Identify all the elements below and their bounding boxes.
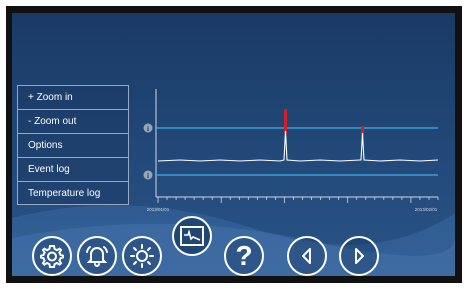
arrow-right-icon (355, 248, 364, 264)
alarm-button[interactable] (77, 236, 117, 276)
settings-icon (40, 245, 64, 268)
temperature-log-button[interactable]: Temperature log (17, 181, 129, 205)
brightness-icon (130, 244, 154, 268)
temperature-trace (157, 130, 439, 162)
help-icon: ? (235, 240, 253, 271)
x-end-label: 2013/02/01 (415, 207, 438, 212)
zoom-in-button[interactable]: + Zoom in (17, 85, 129, 109)
graph-icon (180, 226, 204, 246)
brightness-button[interactable] (122, 236, 162, 276)
arrow-left-icon (302, 248, 311, 264)
alarm-spike (284, 109, 287, 133)
previous-button[interactable] (287, 236, 327, 276)
svg-text:i: i (147, 172, 149, 180)
alarm-bell-icon (86, 246, 108, 267)
options-button[interactable]: Options (17, 133, 129, 157)
event-log-button[interactable]: Event log (17, 157, 129, 181)
graph-view-button[interactable] (172, 216, 212, 256)
temperature-chart: i i 2013/01/01 2013/02/01 (143, 89, 439, 212)
x-axis-ticks (157, 197, 439, 203)
help-button[interactable]: ? (224, 236, 264, 276)
settings-button[interactable] (32, 236, 72, 276)
svg-text:i: i (147, 125, 149, 133)
side-menu: + Zoom in - Zoom out Options Event log T… (17, 85, 129, 205)
x-start-label: 2013/01/01 (147, 207, 170, 212)
display-screen: + Zoom in - Zoom out Options Event log T… (12, 13, 455, 276)
zoom-out-button[interactable]: - Zoom out (17, 109, 129, 133)
lower-limit-info-icon[interactable]: i (143, 170, 153, 181)
upper-limit-info-icon[interactable]: i (143, 123, 153, 134)
next-button[interactable] (339, 236, 379, 276)
